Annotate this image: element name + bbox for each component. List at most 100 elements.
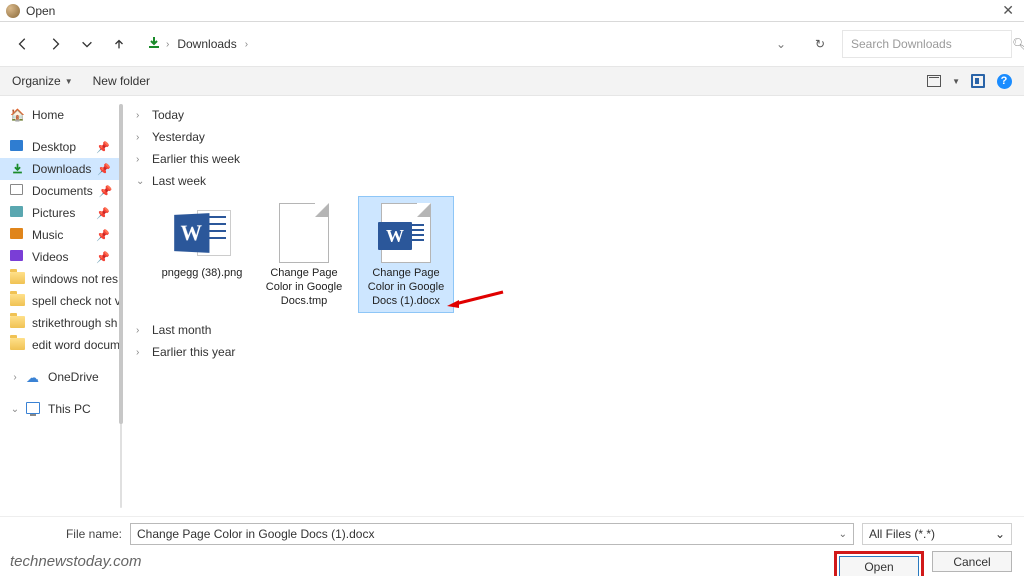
- folder-icon: [10, 338, 26, 352]
- group-label: Earlier this year: [152, 345, 235, 359]
- caret-down-icon: ▼: [952, 77, 960, 86]
- sidebar-label: Downloads: [32, 162, 91, 176]
- back-button[interactable]: [12, 33, 34, 55]
- pictures-icon: [10, 206, 26, 220]
- address-bar[interactable]: › Downloads › ⌄: [140, 30, 798, 58]
- sidebar-item-folder[interactable]: windows not res: [0, 268, 120, 290]
- filter-label: All Files (*.*): [869, 527, 935, 541]
- desktop-icon: [10, 140, 26, 154]
- new-folder-label: New folder: [93, 74, 150, 88]
- dialog-body: Home Desktop 📌 Downloads 📌 Documents 📌 P…: [0, 96, 1024, 516]
- file-name: pngegg (38).png: [157, 265, 247, 283]
- group-label: Last month: [152, 323, 211, 337]
- sidebar-item-downloads[interactable]: Downloads 📌: [0, 158, 120, 180]
- sidebar-item-onedrive[interactable]: › OneDrive: [0, 366, 120, 388]
- file-item-selected[interactable]: W Change Page Color in Google Docs (1).d…: [358, 196, 454, 313]
- forward-button[interactable]: [44, 33, 66, 55]
- sidebar-item-home[interactable]: Home: [0, 104, 120, 126]
- sidebar-item-music[interactable]: Music 📌: [0, 224, 120, 246]
- group-last-week[interactable]: ⌄Last week: [136, 170, 1010, 192]
- dialog-footer: File name: ⌄ All Files (*.*) ⌄ Open Canc…: [0, 516, 1024, 576]
- recent-dropdown[interactable]: [76, 33, 98, 55]
- sidebar-label: This PC: [48, 402, 91, 416]
- organize-menu[interactable]: Organize ▼: [12, 74, 73, 88]
- sidebar-item-desktop[interactable]: Desktop 📌: [0, 136, 120, 158]
- caret-down-icon: ▼: [65, 77, 73, 86]
- open-label: Open: [864, 560, 893, 574]
- documents-icon: [10, 184, 26, 198]
- downloads-icon: [146, 35, 162, 54]
- group-earlier-year[interactable]: › Earlier this year: [136, 341, 1010, 363]
- file-thumb: [259, 201, 349, 265]
- file-grid: W pngegg (38).png Change Page Color in G…: [136, 192, 1010, 319]
- sidebar-label: edit word docum: [32, 338, 120, 352]
- new-folder-button[interactable]: New folder: [93, 74, 150, 88]
- sidebar-label: spell check not v: [32, 294, 120, 308]
- help-button[interactable]: ?: [996, 73, 1012, 89]
- group-yesterday[interactable]: ›Yesterday: [136, 126, 1010, 148]
- nav-row: › Downloads › ⌄ ↻ 🔍︎: [0, 22, 1024, 66]
- file-type-filter[interactable]: All Files (*.*) ⌄: [862, 523, 1012, 545]
- search-input[interactable]: [851, 37, 1006, 51]
- open-button[interactable]: Open: [839, 556, 919, 576]
- folder-icon: [10, 294, 26, 308]
- group-label: Today: [152, 108, 184, 122]
- file-list-pane: ›Today ›Yesterday ›Earlier this week ⌄La…: [122, 96, 1024, 516]
- chevron-right-icon: ›: [136, 347, 146, 358]
- file-item[interactable]: W pngegg (38).png: [154, 196, 250, 313]
- sidebar-item-videos[interactable]: Videos 📌: [0, 246, 120, 268]
- cancel-button[interactable]: Cancel: [932, 551, 1012, 572]
- titlebar: Open ✕: [0, 0, 1024, 22]
- sidebar-label: Music: [32, 228, 63, 242]
- videos-icon: [10, 250, 26, 264]
- view-menu[interactable]: [926, 73, 942, 89]
- group-earlier-week[interactable]: ›Earlier this week: [136, 148, 1010, 170]
- search-box[interactable]: 🔍︎: [842, 30, 1012, 58]
- file-name-input[interactable]: [137, 527, 833, 541]
- folder-icon: [10, 272, 26, 286]
- music-icon: [10, 228, 26, 242]
- file-name-label: File name:: [12, 527, 122, 541]
- pin-icon: 📌: [99, 185, 113, 198]
- cancel-label: Cancel: [953, 555, 990, 569]
- downloads-icon: [10, 162, 26, 176]
- sidebar-item-folder[interactable]: edit word docum: [0, 334, 120, 356]
- group-today[interactable]: ›Today: [136, 104, 1010, 126]
- sidebar-item-folder[interactable]: strikethrough sh: [0, 312, 120, 334]
- chevron-right-icon: ›: [136, 154, 146, 165]
- sidebar-label: Desktop: [32, 140, 76, 154]
- chevron-down-icon: ⌄: [136, 176, 146, 187]
- organize-label: Organize: [12, 74, 61, 88]
- group-last-month[interactable]: ›Last month: [136, 319, 1010, 341]
- app-icon: [6, 4, 20, 18]
- pin-icon: 📌: [96, 229, 110, 242]
- refresh-button[interactable]: ↻: [808, 37, 832, 51]
- sidebar-label: OneDrive: [48, 370, 99, 384]
- window-title: Open: [26, 4, 998, 18]
- file-name-combo[interactable]: ⌄: [130, 523, 854, 545]
- caret-down-icon[interactable]: ⌄: [833, 529, 847, 540]
- sidebar-item-folder[interactable]: spell check not v: [0, 290, 120, 312]
- pin-icon: 📌: [96, 251, 110, 264]
- cloud-icon: [26, 370, 42, 384]
- chevron-right-icon: ›: [136, 132, 146, 143]
- chevron-right-icon: ›: [166, 39, 169, 50]
- breadcrumb-downloads[interactable]: Downloads: [173, 35, 240, 53]
- sidebar-item-this-pc[interactable]: ⌄ This PC: [0, 398, 120, 420]
- address-dropdown[interactable]: ⌄: [770, 37, 792, 51]
- chevron-right-icon: ›: [245, 39, 248, 50]
- chevron-down-icon: ⌄: [10, 404, 20, 415]
- sidebar: Home Desktop 📌 Downloads 📌 Documents 📌 P…: [0, 96, 120, 516]
- sidebar-label: strikethrough sh: [32, 316, 117, 330]
- pc-icon: [26, 402, 42, 416]
- sidebar-item-pictures[interactable]: Pictures 📌: [0, 202, 120, 224]
- close-button[interactable]: ✕: [998, 2, 1018, 19]
- sidebar-item-documents[interactable]: Documents 📌: [0, 180, 120, 202]
- preview-pane-button[interactable]: [970, 73, 986, 89]
- caret-down-icon: ⌄: [995, 527, 1005, 541]
- sidebar-label: Videos: [32, 250, 68, 264]
- up-button[interactable]: [108, 33, 130, 55]
- watermark: technewstoday.com: [10, 553, 141, 570]
- file-item[interactable]: Change Page Color in Google Docs.tmp: [256, 196, 352, 313]
- file-name: Change Page Color in Google Docs (1).doc…: [361, 265, 451, 310]
